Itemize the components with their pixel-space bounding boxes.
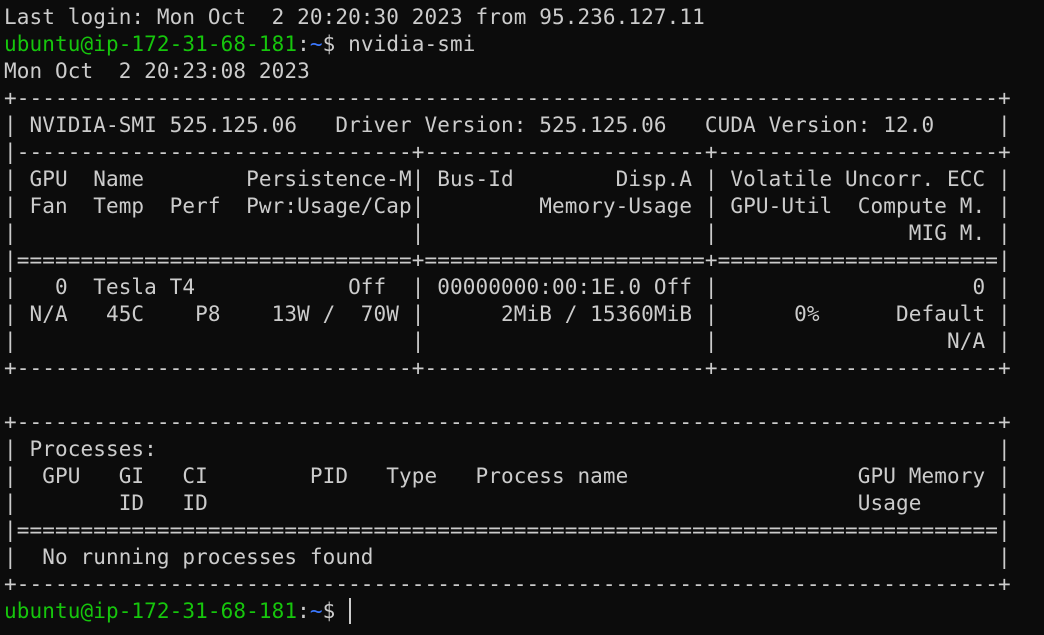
prompt-separator: : [297,32,310,56]
prompt-path: ~ [309,32,323,56]
smi-header-divider: |===============================+=======… [4,248,1011,272]
smi-column-header-2: | Fan Temp Perf Pwr:Usage/Cap| Memory-Us… [4,194,1011,218]
processes-column-header-2: | ID ID Usage | [4,491,1011,515]
smi-version-header: | NVIDIA-SMI 525.125.06 Driver Version: … [4,113,1011,137]
smi-column-header-3: | | | MIG M. | [4,221,1011,245]
gpu-row-1: | 0 Tesla T4 Off | 00000000:00:1E.0 Off … [4,275,1011,299]
processes-title: | Processes: | [4,437,1011,461]
last-login-line: Last login: Mon Oct 2 20:20:30 2023 from… [4,5,705,29]
smi-border-bottom: +-------------------------------+-------… [4,356,1011,380]
processes-border-bottom: +---------------------------------------… [4,572,1011,596]
gpu-row-2: | N/A 45C P8 13W / 70W | 2MiB / 15360MiB… [4,302,1011,326]
no-processes-message: | No running processes found | [4,545,1011,569]
prompt-separator: : [297,599,310,623]
gpu-row-3: | | | N/A | [4,329,1011,353]
prompt-user-host: ubuntu@ip-172-31-68-181 [4,32,298,56]
typed-command: nvidia-smi [348,32,476,56]
command-prompt-line: ubuntu@ip-172-31-68-181:~$ nvidia-smi [4,31,1044,58]
processes-header-divider: |=======================================… [4,518,1011,542]
terminal-window[interactable]: Last login: Mon Oct 2 20:20:30 2023 from… [0,0,1044,635]
prompt-symbol: $ [322,32,349,56]
active-prompt-line[interactable]: ubuntu@ip-172-31-68-181:~$ [4,598,1044,625]
processes-border-top: +---------------------------------------… [4,410,1011,434]
smi-column-header-1: | GPU Name Persistence-M| Bus-Id Disp.A … [4,167,1011,191]
prompt-path: ~ [309,599,323,623]
smi-border-top: +---------------------------------------… [4,86,1011,110]
prompt-user-host: ubuntu@ip-172-31-68-181 [4,599,298,623]
text-cursor [349,598,352,624]
smi-separator: |-------------------------------+-------… [4,140,1011,164]
processes-column-header-1: | GPU GI CI PID Type Process name GPU Me… [4,464,1011,488]
prompt-symbol: $ [322,599,349,623]
date-line: Mon Oct 2 20:23:08 2023 [4,59,310,83]
